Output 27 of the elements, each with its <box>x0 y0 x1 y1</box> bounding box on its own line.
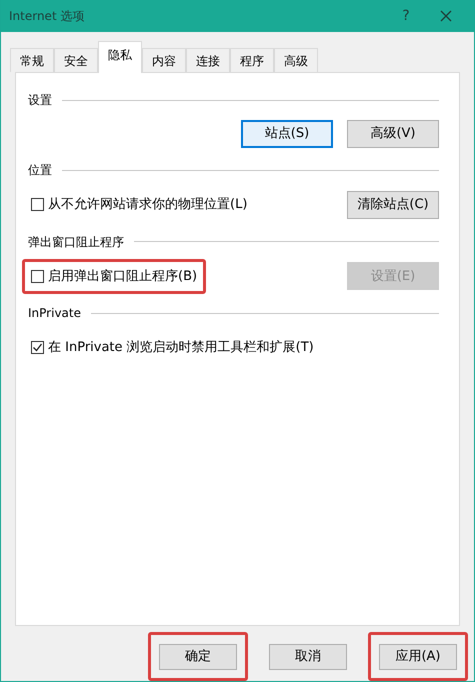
tab[interactable]: 高级 <box>274 48 318 72</box>
checkbox[interactable] <box>31 270 44 283</box>
checkbox-label: 启用弹出窗口阻止程序(B) <box>48 268 198 286</box>
checkbox[interactable] <box>31 198 44 212</box>
tab[interactable]: 常规 <box>10 48 54 72</box>
dialog-button[interactable]: 站点(S) <box>241 120 333 148</box>
tab[interactable]: 安全 <box>54 48 98 72</box>
tab[interactable]: 隐私 <box>98 41 142 73</box>
tab[interactable]: 内容 <box>142 48 186 72</box>
dialog-button[interactable]: 确定 <box>159 644 237 670</box>
checkmark-icon <box>32 342 43 354</box>
tab[interactable]: 连接 <box>186 48 230 72</box>
help-button[interactable]: ? <box>386 6 426 26</box>
section-heading: 设置 <box>28 92 52 109</box>
dialog-button[interactable]: 取消 <box>269 644 347 670</box>
tab[interactable]: 程序 <box>230 48 274 72</box>
section-heading: InPrivate <box>28 305 81 322</box>
section-heading: 位置 <box>28 162 52 179</box>
close-icon[interactable] <box>440 10 452 22</box>
dialog-button[interactable]: 清除站点(C) <box>347 190 439 219</box>
window-title: Internet 选项 <box>9 8 86 25</box>
checkbox-label: 在 InPrivate 浏览启动时禁用工具栏和扩展(T) <box>48 339 314 357</box>
dialog-button[interactable]: 应用(A) <box>379 644 457 670</box>
section-heading: 弹出窗口阻止程序 <box>28 234 124 250</box>
checkbox[interactable] <box>31 341 44 354</box>
checkbox-label: 从不允许网站请求你的物理位置(L) <box>48 196 248 214</box>
dialog-button[interactable]: 高级(V) <box>347 120 439 148</box>
